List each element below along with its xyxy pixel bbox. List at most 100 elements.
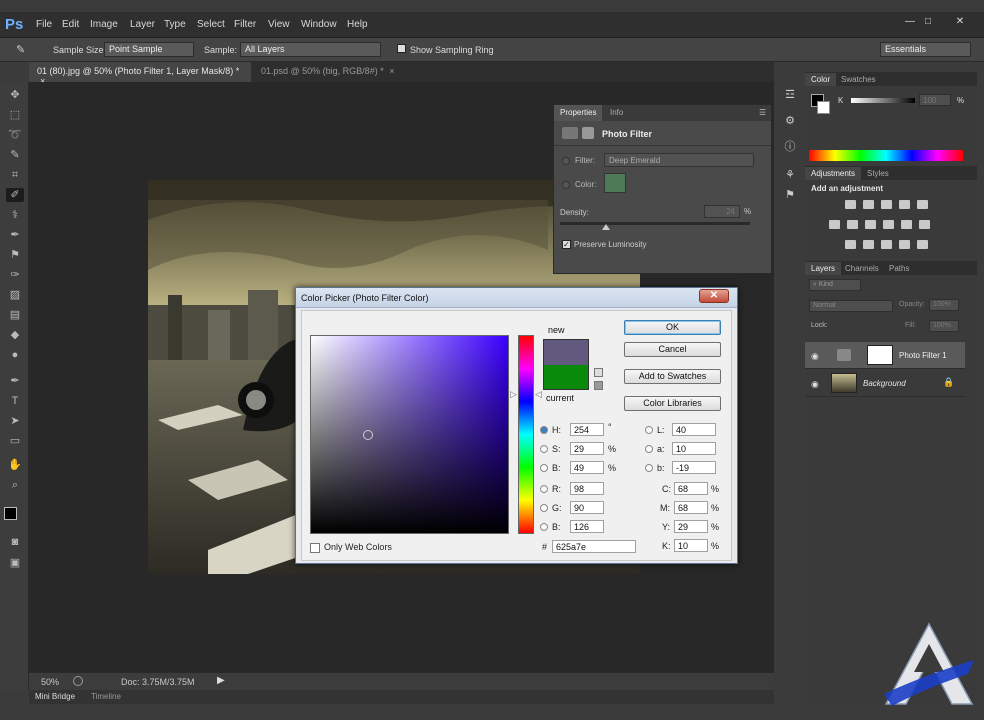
opacity-input[interactable]: 100% bbox=[929, 299, 959, 311]
marquee-tool-icon[interactable]: ⬚ bbox=[6, 108, 24, 122]
layer-kind-filter[interactable]: ⌕ Kind bbox=[809, 279, 861, 291]
invert-icon[interactable] bbox=[845, 240, 856, 249]
hand-tool-icon[interactable]: ✋ bbox=[6, 458, 24, 472]
dodge-tool-icon[interactable]: ● bbox=[6, 348, 24, 362]
bg-color-swatch[interactable] bbox=[817, 101, 830, 114]
tab-layers[interactable]: Layers bbox=[805, 262, 842, 275]
crop-tool-icon[interactable]: ⌗ bbox=[6, 168, 24, 182]
h-radio[interactable] bbox=[540, 426, 548, 434]
fill-input[interactable]: 100% bbox=[929, 320, 959, 332]
color-field-picker-ring[interactable] bbox=[363, 430, 373, 440]
channel-mixer-icon[interactable] bbox=[901, 220, 912, 229]
tab-channels[interactable]: Channels bbox=[839, 262, 885, 275]
density-input[interactable]: 24 bbox=[704, 205, 740, 218]
c-input[interactable]: 68 bbox=[674, 482, 708, 495]
preserve-luminosity-checkbox[interactable]: ✓ bbox=[562, 240, 571, 249]
zoom-level[interactable]: 50% bbox=[41, 677, 59, 687]
hue-slider-right-arrow-icon[interactable]: ◁ bbox=[535, 389, 542, 400]
g-input[interactable]: 90 bbox=[570, 501, 604, 514]
selective-color-icon[interactable] bbox=[899, 240, 910, 249]
blur-tool-icon[interactable]: ◆ bbox=[6, 328, 24, 342]
s-radio[interactable] bbox=[540, 445, 548, 453]
blend-mode-select[interactable]: Normal bbox=[809, 300, 893, 312]
menu-select[interactable]: Select bbox=[197, 19, 225, 30]
levels-icon[interactable] bbox=[863, 200, 874, 209]
m-input[interactable]: 68 bbox=[674, 501, 708, 514]
properties-icon[interactable]: ⚙ bbox=[782, 114, 798, 128]
color-field[interactable] bbox=[310, 335, 509, 534]
menu-layer[interactable]: Layer bbox=[130, 19, 155, 30]
eraser-tool-icon[interactable]: ▨ bbox=[6, 288, 24, 302]
blue-radio[interactable] bbox=[540, 523, 548, 531]
show-ring-checkbox[interactable] bbox=[397, 44, 406, 55]
tab-timeline[interactable]: Timeline bbox=[91, 692, 121, 701]
pen-tool-icon[interactable]: ✒ bbox=[6, 374, 24, 388]
g-radio[interactable] bbox=[540, 504, 548, 512]
current-color-swatch[interactable] bbox=[543, 365, 589, 390]
filter-radio[interactable] bbox=[562, 157, 570, 165]
r-input[interactable]: 98 bbox=[570, 482, 604, 495]
filter-color-swatch[interactable] bbox=[604, 173, 626, 193]
curves-icon[interactable] bbox=[881, 200, 892, 209]
history-icon[interactable]: ☲ bbox=[782, 88, 798, 102]
ok-button[interactable]: OK bbox=[624, 320, 721, 335]
density-slider-thumb[interactable] bbox=[601, 224, 610, 230]
tab-styles[interactable]: Styles bbox=[861, 167, 895, 180]
only-web-colors-checkbox[interactable] bbox=[310, 543, 320, 553]
zoom-tool-icon[interactable]: ⌕ bbox=[6, 478, 24, 492]
visibility-eye-icon[interactable]: ◉ bbox=[811, 351, 819, 362]
exposure-icon[interactable] bbox=[899, 200, 910, 209]
brightness-contrast-icon[interactable] bbox=[845, 200, 856, 209]
sample-select[interactable]: All Layers bbox=[240, 42, 381, 57]
out-of-gamut-icon[interactable] bbox=[594, 368, 603, 377]
tab-document-1[interactable]: 01 (80).jpg @ 50% (Photo Filter 1, Layer… bbox=[29, 62, 251, 86]
path-select-tool-icon[interactable]: ➤ bbox=[6, 414, 24, 428]
dialog-close-button[interactable]: ✕ bbox=[699, 289, 729, 303]
type-tool-icon[interactable]: T bbox=[6, 394, 24, 408]
quick-select-tool-icon[interactable]: ✎ bbox=[6, 148, 24, 162]
brush-presets-icon[interactable]: ⚘ bbox=[782, 168, 798, 182]
tab-info[interactable]: Info bbox=[604, 105, 629, 121]
h-input[interactable]: 254 bbox=[570, 423, 604, 436]
tab-adjustments[interactable]: Adjustments bbox=[805, 167, 862, 180]
foreground-color-swatch[interactable] bbox=[4, 507, 17, 520]
screen-mode-icon[interactable]: ▣ bbox=[6, 556, 24, 570]
visibility-eye-icon[interactable]: ◉ bbox=[811, 379, 819, 390]
hue-slider[interactable] bbox=[518, 335, 534, 534]
clone-source-icon[interactable]: ⚑ bbox=[782, 188, 798, 202]
layer-name[interactable]: Photo Filter 1 bbox=[899, 351, 947, 360]
menu-image[interactable]: Image bbox=[90, 19, 118, 30]
mask-icon[interactable] bbox=[582, 127, 594, 139]
layer-mask-thumbnail[interactable] bbox=[867, 345, 893, 365]
web-safe-icon[interactable] bbox=[594, 381, 603, 390]
eyedropper-tool-icon[interactable]: ✐ bbox=[6, 188, 24, 202]
shape-tool-icon[interactable]: ▭ bbox=[6, 434, 24, 448]
layer-row[interactable]: ◉ Background 🔒 bbox=[805, 370, 965, 397]
menu-type[interactable]: Type bbox=[164, 19, 186, 30]
color-lookup-icon[interactable] bbox=[919, 220, 930, 229]
menu-filter[interactable]: Filter bbox=[234, 19, 256, 30]
threshold-icon[interactable] bbox=[881, 240, 892, 249]
color-radio[interactable] bbox=[562, 181, 570, 189]
close-window-icon[interactable]: ✕ bbox=[950, 16, 970, 30]
k-slider[interactable] bbox=[851, 98, 915, 103]
minimize-icon[interactable]: — bbox=[900, 16, 920, 30]
color-balance-icon[interactable] bbox=[847, 220, 858, 229]
blue-input[interactable]: 126 bbox=[570, 520, 604, 533]
y-input[interactable]: 29 bbox=[674, 520, 708, 533]
a-radio[interactable] bbox=[645, 445, 653, 453]
photo-filter-icon[interactable] bbox=[883, 220, 894, 229]
tab-color[interactable]: Color bbox=[805, 73, 837, 86]
sample-size-select[interactable]: Point Sample bbox=[104, 42, 194, 57]
a-input[interactable]: 10 bbox=[672, 442, 716, 455]
vibrance-icon[interactable] bbox=[917, 200, 928, 209]
status-menu-arrow-icon[interactable]: ▶ bbox=[217, 675, 225, 686]
l-radio[interactable] bbox=[645, 426, 653, 434]
posterize-icon[interactable] bbox=[863, 240, 874, 249]
gradient-tool-icon[interactable]: ▤ bbox=[6, 308, 24, 322]
add-to-swatches-button[interactable]: Add to Swatches bbox=[624, 369, 721, 384]
tab-properties[interactable]: Properties bbox=[554, 105, 603, 121]
tab-mini-bridge[interactable]: Mini Bridge bbox=[35, 692, 75, 701]
layer-row[interactable]: ◉ Photo Filter 1 bbox=[805, 342, 965, 369]
gradient-map-icon[interactable] bbox=[917, 240, 928, 249]
